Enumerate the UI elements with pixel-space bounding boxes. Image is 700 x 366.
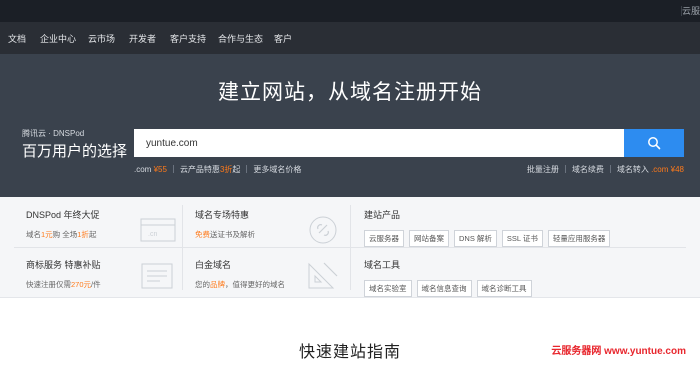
tag-list: 域名实验室 域名信息查询 域名诊断工具 bbox=[364, 278, 694, 297]
svg-text:.cn: .cn bbox=[148, 231, 157, 238]
cloud-console-link[interactable]: 云服 bbox=[682, 4, 700, 17]
tag-ssl[interactable]: SSL 证书 bbox=[501, 230, 543, 247]
offer-title: 域名工具 bbox=[364, 260, 401, 270]
offers-grid: DNSPod 年终大促 域名1元购 全场1折起 .cn 域名专场特惠 免费送证书… bbox=[0, 197, 700, 298]
tag-lighthouse[interactable]: 轻量应用服务器 bbox=[547, 230, 611, 247]
bulk-register-link[interactable]: 批量注册 bbox=[527, 165, 559, 174]
offer-sub-brand: 品牌 bbox=[210, 280, 225, 289]
offer-sub-text: ，值得更好的域名 bbox=[225, 280, 285, 289]
domain-tools: 域名工具 域名实验室 域名信息查询 域名诊断工具 bbox=[364, 258, 694, 297]
transfer-price: ¥48 bbox=[670, 165, 684, 174]
nav-item-marketplace[interactable]: 云市场 bbox=[88, 32, 115, 45]
offer-sub-text: /件 bbox=[91, 280, 101, 289]
nav-item-developer[interactable]: 开发者 bbox=[129, 32, 156, 45]
transfer-label: 域名转入 bbox=[616, 165, 649, 174]
transfer-link[interactable]: 域名转入 .com ¥48 bbox=[617, 165, 684, 174]
main-nav: 文档 企业中心 云市场 开发者 客户支持 合作与生态 客户 bbox=[0, 22, 700, 54]
tag-cloud-server[interactable]: 云服务器 bbox=[364, 230, 404, 247]
ruler-tools-icon bbox=[308, 262, 338, 289]
offer-sub-text: 快速注册仅需 bbox=[26, 280, 71, 289]
offer-sub-text: 送证书及解析 bbox=[210, 230, 255, 239]
cloud-discount-label: 云产品特惠 bbox=[179, 165, 220, 174]
nav-item-partners[interactable]: 合作与生态 bbox=[218, 32, 263, 45]
offer-sub-text: 您的 bbox=[195, 280, 210, 289]
tag-site-filing[interactable]: 网站备案 bbox=[409, 230, 449, 247]
brand-label: 腾讯云 · DNSPod bbox=[22, 129, 85, 138]
offer-sub-price: 270元 bbox=[71, 280, 92, 289]
tag-dns[interactable]: DNS 解析 bbox=[454, 230, 497, 247]
tag-domain-diagnosis[interactable]: 域名诊断工具 bbox=[476, 280, 532, 297]
grid-divider bbox=[14, 247, 686, 248]
build-site-products: 建站产品 云服务器 网站备案 DNS 解析 SSL 证书 轻量应用服务器 bbox=[364, 208, 694, 247]
watermark: 云服务器网 www.yuntue.com bbox=[551, 346, 686, 357]
nav-item-enterprise[interactable]: 企业中心 bbox=[40, 32, 76, 45]
offer-title: 建站产品 bbox=[364, 210, 401, 220]
promo-links-right: 批量注册 域名续费 域名转入 .com ¥48 bbox=[527, 164, 684, 175]
hero-banner: 建立网站，从域名注册开始 腾讯云 · DNSPod 百万用户的选择 .com ¥… bbox=[0, 54, 700, 197]
transfer-com: .com bbox=[651, 165, 669, 174]
renew-link[interactable]: 域名续费 bbox=[572, 165, 604, 174]
brand-slogan: 百万用户的选择 bbox=[22, 143, 128, 160]
offer-sub-price: 1元 bbox=[41, 230, 53, 239]
link-badge-icon bbox=[309, 216, 337, 244]
offer-sub-text: 起 bbox=[88, 230, 97, 239]
hero-headline: 建立网站，从域名注册开始 bbox=[218, 81, 482, 104]
offer-sub-free: 免费 bbox=[195, 230, 210, 239]
tag-domain-lab[interactable]: 域名实验室 bbox=[364, 280, 412, 297]
offer-sub-text: 域名 bbox=[26, 230, 41, 239]
cloud-discount-value: 3折 bbox=[219, 165, 233, 174]
domain-card-icon: .cn bbox=[140, 218, 176, 242]
tag-list: 云服务器 网站备案 DNS 解析 SSL 证书 轻量应用服务器 bbox=[364, 228, 694, 247]
promo-divider bbox=[246, 165, 248, 173]
promo-divider bbox=[609, 165, 611, 173]
nav-item-customers[interactable]: 客户 bbox=[274, 32, 292, 45]
more-prices-link[interactable]: 更多域名价格 bbox=[253, 165, 301, 174]
cloud-discount-link[interactable]: 云产品特惠3折起 bbox=[180, 165, 240, 174]
search-icon bbox=[648, 137, 661, 150]
offer-sub-discount: 1折 bbox=[77, 230, 89, 239]
com-price-link[interactable]: .com ¥55 bbox=[134, 165, 167, 174]
promo-divider bbox=[564, 165, 566, 173]
nav-item-docs[interactable]: 文档 bbox=[8, 32, 26, 45]
nav-item-support[interactable]: 客户支持 bbox=[170, 32, 206, 45]
domain-search-input[interactable] bbox=[134, 129, 624, 157]
com-price: ¥55 bbox=[153, 165, 167, 174]
cloud-discount-suffix: 起 bbox=[232, 165, 241, 174]
top-utility-bar: 云服 bbox=[0, 0, 700, 22]
offer-sub-text: 购 全场 bbox=[52, 230, 78, 239]
certificate-icon bbox=[141, 263, 173, 289]
tag-whois-lookup[interactable]: 域名信息查询 bbox=[416, 280, 472, 297]
promo-divider bbox=[172, 165, 174, 173]
promo-links-left: .com ¥55 云产品特惠3折起 更多域名价格 bbox=[134, 164, 301, 175]
search-button[interactable] bbox=[624, 129, 684, 157]
com-label: .com bbox=[134, 165, 152, 174]
